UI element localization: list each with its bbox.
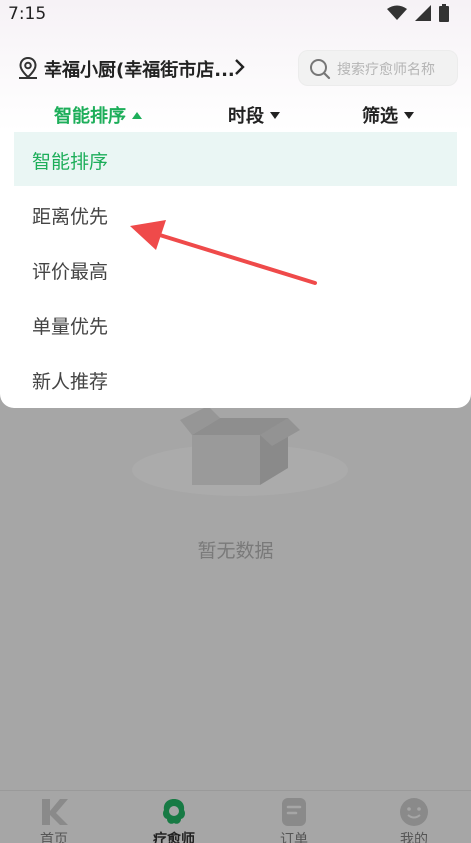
nav-label: 我的 — [400, 832, 428, 843]
nav-mine[interactable]: 我的 — [374, 797, 454, 843]
status-bar: 7:15 — [0, 0, 471, 30]
tab-smart-sort[interactable]: 智能排序 — [54, 102, 142, 128]
tab-label: 时段 — [228, 106, 264, 127]
caret-up-icon — [132, 111, 142, 119]
sort-option-label: 智能排序 — [32, 151, 109, 173]
header: 7:15 幸福小厨(幸福街市店... 搜索疗愈师名称 智能排序 时段 筛选 — [0, 0, 471, 132]
sort-option-label: 单量优先 — [32, 316, 109, 338]
orders-icon — [282, 798, 306, 826]
nav-label: 首页 — [40, 832, 68, 843]
sort-option-smart[interactable]: 智能排序 — [14, 132, 457, 186]
location-name: 幸福小厨(幸福街市店... — [44, 60, 235, 81]
nav-orders[interactable]: 订单 — [254, 797, 334, 843]
app-screen: 7:15 幸福小厨(幸福街市店... 搜索疗愈师名称 智能排序 时段 筛选 智能… — [0, 0, 471, 843]
home-k-icon — [42, 799, 68, 825]
chevron-right-icon — [235, 59, 245, 75]
nav-therapist[interactable]: 疗愈师 — [134, 797, 214, 843]
search-input[interactable]: 搜索疗愈师名称 — [298, 50, 458, 86]
sort-option-label: 距离优先 — [32, 206, 109, 228]
therapist-icon — [163, 799, 185, 824]
nav-label: 疗愈师 — [153, 832, 195, 843]
caret-down-icon — [270, 111, 280, 119]
bottom-nav: 首页 疗愈师 订单 我的 — [0, 790, 471, 843]
search-icon — [310, 59, 331, 80]
empty-state-text: 暂无数据 — [197, 540, 274, 562]
nav-home[interactable]: 首页 — [14, 797, 94, 843]
smiley-icon — [400, 798, 428, 826]
caret-down-icon — [404, 111, 414, 119]
wifi-icon — [387, 5, 407, 20]
sort-option-newcomer[interactable]: 新人推荐 — [14, 352, 457, 406]
battery-icon — [439, 4, 449, 22]
status-time: 7:15 — [8, 4, 47, 24]
sort-option-label: 评价最高 — [32, 261, 109, 283]
signal-icon — [415, 5, 431, 21]
tab-label: 筛选 — [362, 106, 398, 127]
location-pin-icon — [19, 56, 37, 79]
nav-label: 订单 — [280, 832, 308, 843]
search-placeholder: 搜索疗愈师名称 — [337, 62, 435, 78]
tab-filter[interactable]: 筛选 — [362, 102, 414, 128]
annotation-arrow-icon — [130, 220, 317, 285]
sort-option-orders[interactable]: 单量优先 — [14, 297, 457, 351]
status-icons — [387, 4, 449, 22]
tab-label: 智能排序 — [54, 106, 126, 127]
tab-time-slot[interactable]: 时段 — [228, 102, 280, 128]
filter-tabs: 智能排序 时段 筛选 — [0, 98, 471, 132]
sort-option-label: 新人推荐 — [32, 371, 109, 393]
empty-box-illustration — [132, 406, 348, 496]
